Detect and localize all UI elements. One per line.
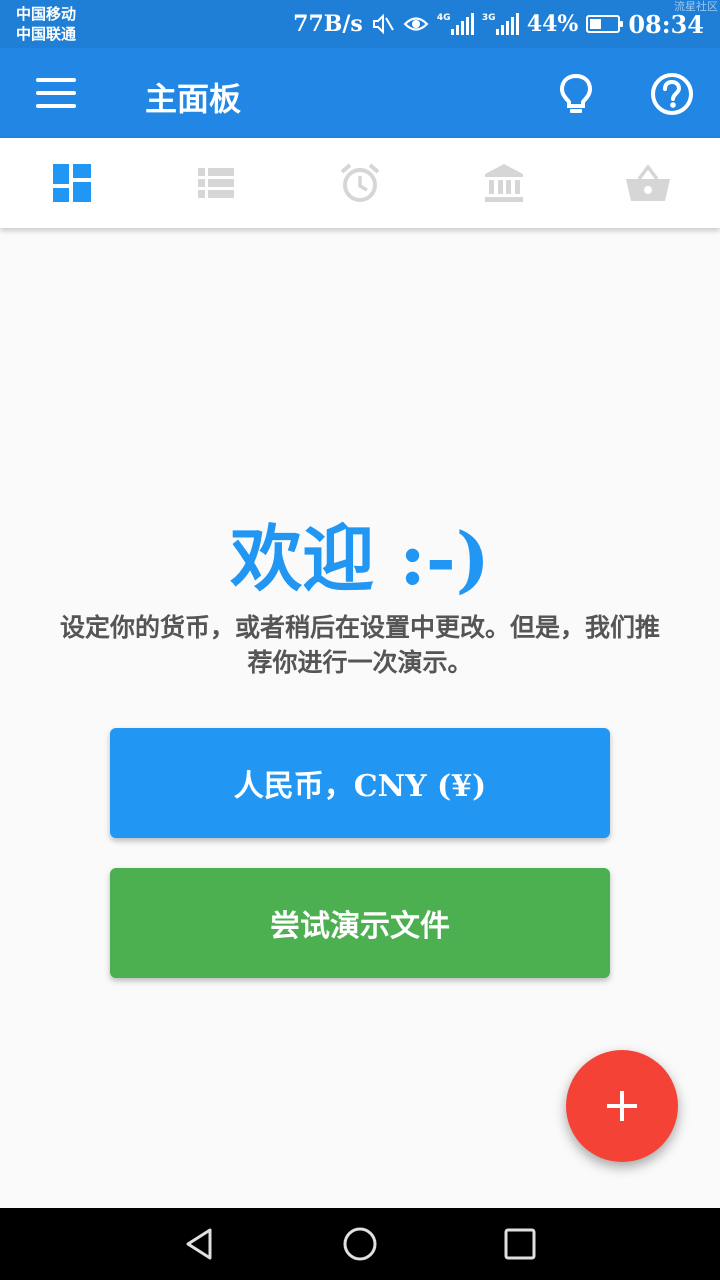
tab-list[interactable] [144,138,288,228]
network-speed: 77B/s [293,11,363,37]
help-icon[interactable] [648,70,696,118]
back-icon[interactable] [180,1224,220,1264]
plus-icon [607,1091,637,1121]
signal-4g-label: 4G [436,13,451,23]
welcome-heading: 欢迎 :-) [230,516,490,601]
tab-bar [0,138,720,228]
try-demo-button[interactable]: 尝试演示文件 [110,868,610,978]
welcome-description: 设定你的货币，或者稍后在设置中更改。但是，我们推荐你进行一次演示。 [59,613,660,677]
signal-3g-label: 3G [481,13,496,23]
battery-fill [590,19,602,29]
tab-bank[interactable] [432,138,576,228]
eye-icon [403,17,429,31]
signal-4g-icon: 4G [437,13,474,35]
carrier-info: 中国移动 中国联通 [16,4,76,44]
battery-icon [586,15,624,33]
app-bar: 主面板 [0,48,720,138]
signal-3g-icon: 3G [482,13,519,35]
recents-icon[interactable] [500,1224,540,1264]
list-icon [198,168,234,198]
lightbulb-icon[interactable] [552,70,600,118]
carrier-2: 中国联通 [16,25,77,43]
carrier-1: 中国移动 [16,5,77,23]
bank-icon [485,164,523,202]
tab-basket[interactable] [576,138,720,228]
page-title: 主面板 [145,80,242,118]
mute-icon [372,13,394,35]
currency-button[interactable]: 人民币，CNY (¥) [110,728,610,838]
tab-dashboard[interactable] [0,138,144,228]
tab-alarm[interactable] [288,138,432,228]
status-icons: 77B/s 4G 3G 44% 08:34 [293,8,704,40]
basket-icon [626,165,670,201]
watermark: 流星社区 [674,0,718,13]
menu-icon[interactable] [36,78,76,108]
add-fab-button[interactable] [566,1050,678,1162]
battery-percent: 44% [526,11,579,37]
dashboard-icon [53,164,91,202]
alarm-clock-icon [340,163,380,202]
home-icon[interactable] [340,1224,380,1264]
status-bar: 中国移动 中国联通 77B/s 4G 3G 44% 08:34 流星社区 [0,0,720,48]
system-nav-bar [0,1208,720,1280]
